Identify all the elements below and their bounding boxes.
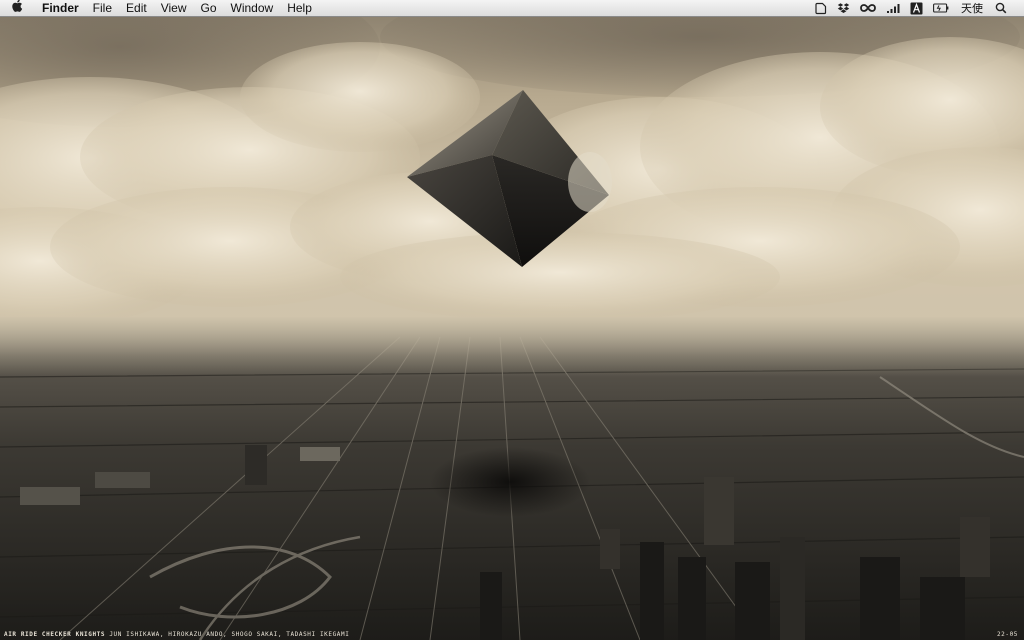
credit-names: JUN ISHIKAWA, HIROKAZU ANDO, SHOGO SAKAI… bbox=[109, 631, 350, 638]
dropbox-icon[interactable] bbox=[837, 0, 850, 17]
spotlight-search-icon[interactable] bbox=[995, 0, 1007, 17]
credit-title: AIR RIDE CHECKER KNIGHTS bbox=[4, 631, 106, 638]
wallpaper-credits: AIR RIDE CHECKER KNIGHTS JUN ISHIKAWA, H… bbox=[4, 631, 349, 638]
menu-finder[interactable]: Finder bbox=[34, 0, 86, 17]
menu-bar-left: Finder File Edit View Go Window Help bbox=[0, 0, 319, 16]
menu-view[interactable]: View bbox=[154, 0, 194, 17]
desktop: Finder File Edit View Go Window Help 天使 … bbox=[0, 0, 1024, 640]
menu-go[interactable]: Go bbox=[194, 0, 224, 17]
menu-edit[interactable]: Edit bbox=[119, 0, 154, 17]
apple-menu[interactable] bbox=[0, 0, 34, 16]
menu-bar: Finder File Edit View Go Window Help 天使 bbox=[0, 0, 1024, 17]
menu-help[interactable]: Help bbox=[280, 0, 319, 17]
apple-icon[interactable] bbox=[11, 0, 23, 18]
credit-code: 22-05 bbox=[996, 631, 1018, 638]
menu-file[interactable]: File bbox=[86, 0, 119, 17]
menu-bar-extras: 天使 bbox=[809, 0, 1024, 16]
user-name-menu[interactable]: 天使 bbox=[961, 0, 983, 16]
infinity-icon[interactable] bbox=[860, 0, 876, 17]
menu-window[interactable]: Window bbox=[224, 0, 281, 17]
battery-icon[interactable] bbox=[933, 0, 949, 17]
desktop-wallpaper bbox=[0, 17, 1024, 640]
chat-bubble-icon[interactable] bbox=[814, 0, 827, 17]
signal-bars-icon[interactable] bbox=[886, 0, 900, 17]
font-a-icon[interactable] bbox=[910, 0, 923, 17]
